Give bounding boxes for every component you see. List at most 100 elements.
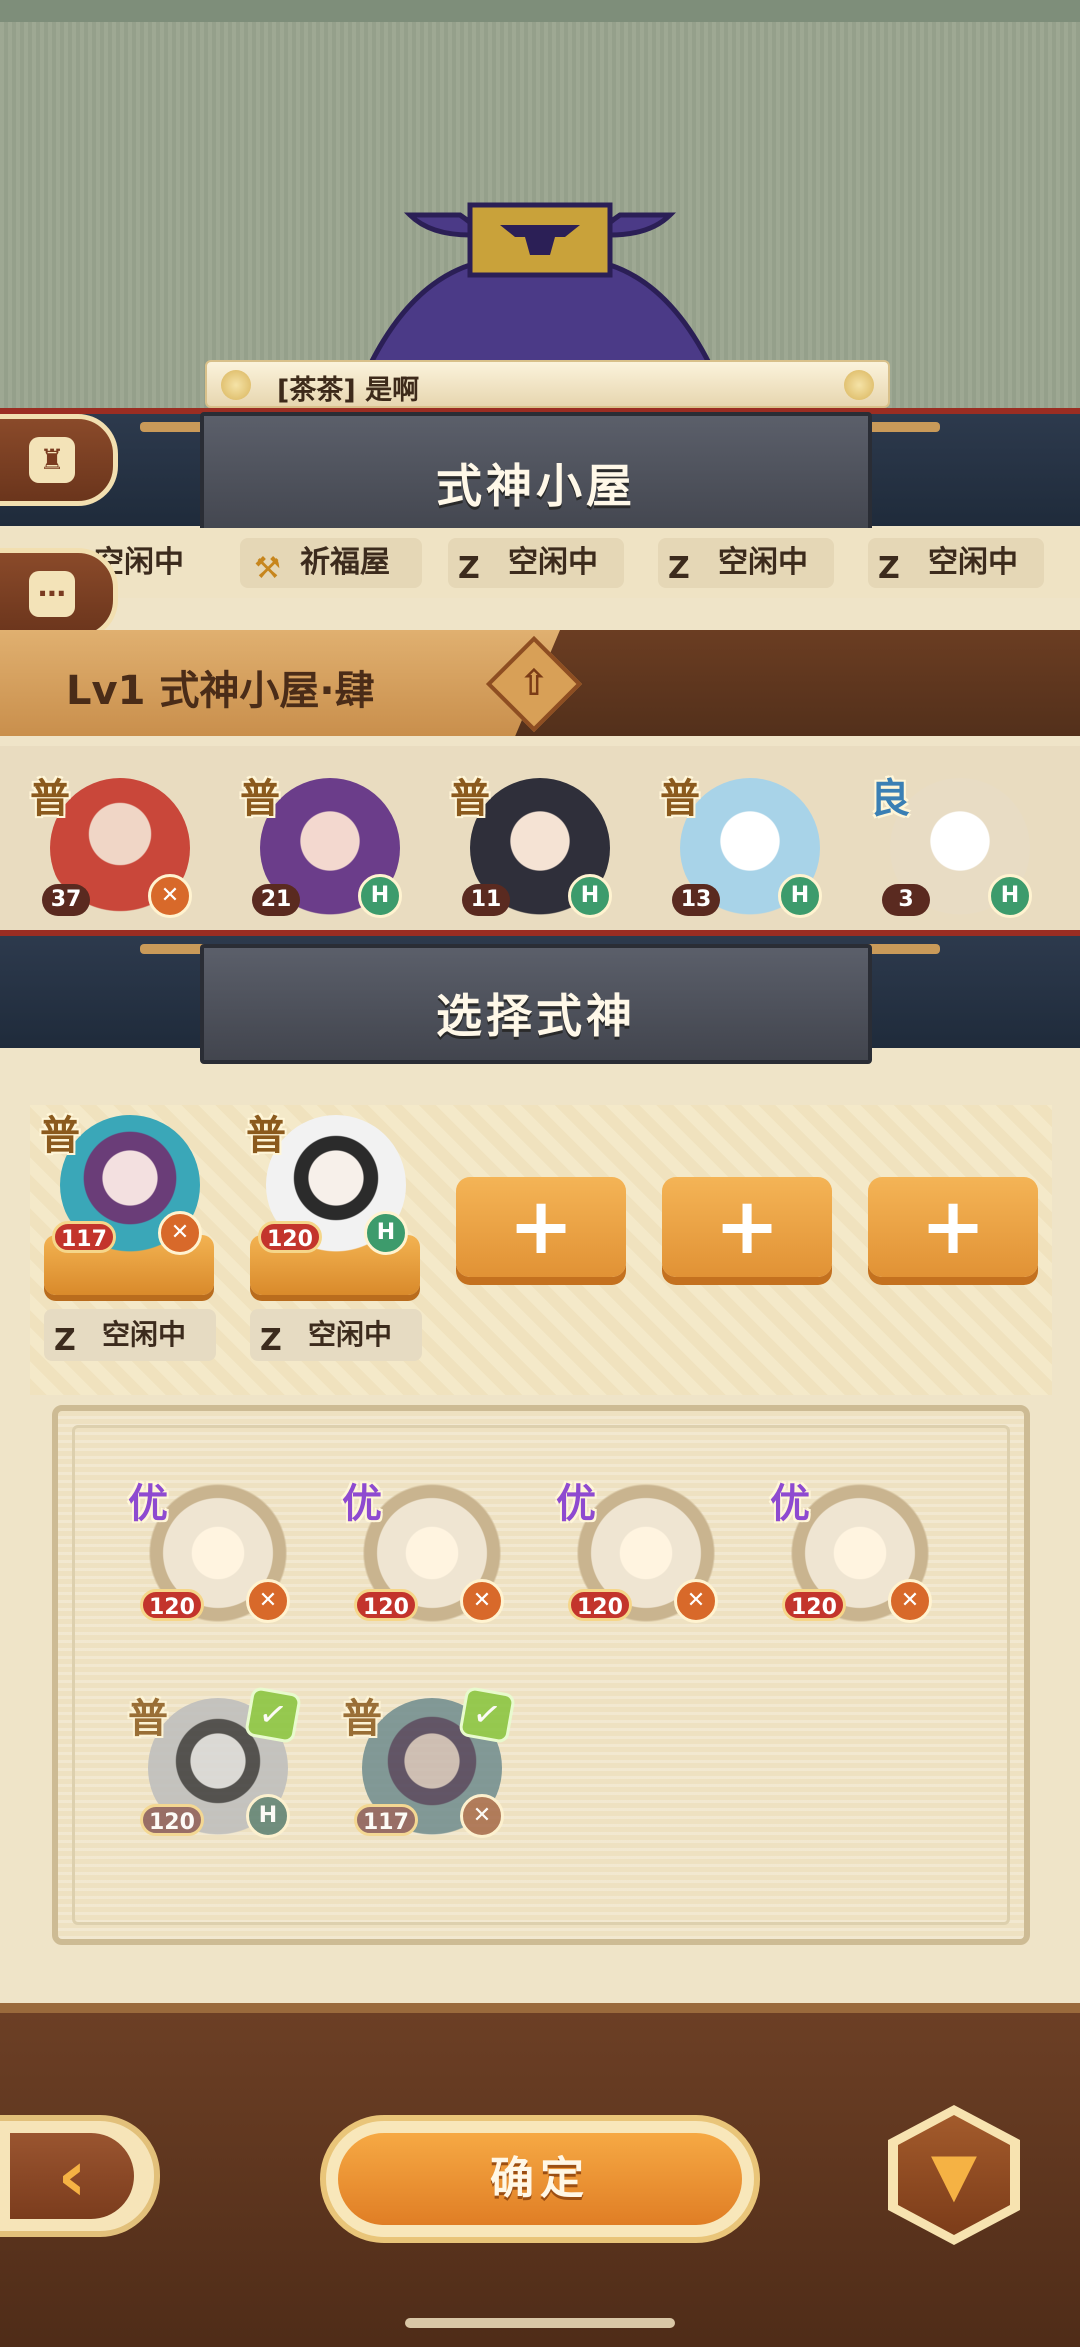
level-badge: 120: [354, 1589, 418, 1621]
confirm-button[interactable]: 确定: [320, 2115, 760, 2243]
picker-shikigami[interactable]: 优 120 ✕: [770, 1471, 940, 1641]
attack-role-icon: ✕: [158, 1211, 202, 1255]
level-badge: 13: [672, 884, 720, 916]
picker-shikigami-selected[interactable]: 普 117 ✕ ✓: [342, 1686, 516, 1856]
support-role-icon: H: [568, 874, 612, 918]
grade-badge: 普: [30, 776, 70, 822]
support-role-icon: H: [778, 874, 822, 918]
grade-badge: 优: [128, 1481, 168, 1527]
selected-slots-panel: 普 117 ✕ Z 空闲中 普 120 H Z 空闲中 + + +: [30, 1105, 1052, 1395]
filter-button[interactable]: ▼: [888, 2105, 1020, 2245]
chat-bar[interactable]: [茶茶] 是啊: [205, 360, 890, 408]
chat-speaker: [茶茶]: [277, 375, 356, 406]
grade-badge: 普: [660, 776, 700, 822]
slot-status: Z 空闲中: [44, 1309, 216, 1361]
level-badge: 120: [140, 1804, 204, 1836]
attack-role-icon: ✕: [460, 1794, 504, 1838]
checkmark-icon: ✓: [458, 1686, 516, 1744]
support-role-icon: H: [358, 874, 402, 918]
flower-ornament-icon: [844, 370, 874, 400]
zz-sleep-icon: Z: [668, 551, 690, 586]
select-title: 选择式神: [436, 989, 636, 1043]
attack-role-icon: ✕: [674, 1579, 718, 1623]
plus-icon: +: [508, 1182, 574, 1272]
zz-sleep-icon: Z: [458, 551, 480, 586]
hammer-icon: ⚒: [254, 551, 281, 586]
zz-sleep-icon: Z: [54, 1323, 76, 1358]
level-badge: 117: [52, 1221, 116, 1253]
grade-badge: 普: [40, 1113, 80, 1159]
selected-shikigami[interactable]: 普 117 ✕: [40, 1103, 210, 1273]
status-item: Z 空闲中: [658, 538, 834, 588]
chat-message: [茶茶] 是啊: [277, 368, 419, 407]
grade-badge: 良: [870, 776, 910, 822]
level-badge: 117: [354, 1804, 418, 1836]
grade-badge: 普: [342, 1696, 382, 1742]
top-strip: [0, 0, 1080, 22]
zz-sleep-icon: Z: [878, 551, 900, 586]
status-item: Z 空闲中: [448, 538, 624, 588]
level-badge: 37: [42, 884, 90, 916]
plus-icon: +: [920, 1182, 986, 1272]
house-title-plaque: 式神小屋: [200, 412, 872, 542]
checkmark-icon: ✓: [244, 1686, 302, 1744]
status-item-prayer[interactable]: ⚒ 祈福屋: [240, 538, 422, 588]
level-badge: 120: [258, 1221, 322, 1253]
grade-badge: 优: [770, 1481, 810, 1527]
picker-shikigami-selected[interactable]: 普 120 H ✓: [128, 1686, 302, 1856]
empty-slot-button[interactable]: +: [456, 1177, 626, 1277]
level-badge: 120: [568, 1589, 632, 1621]
empty-slot-button[interactable]: +: [662, 1177, 832, 1277]
chat-text: 是啊: [365, 375, 420, 406]
back-button[interactable]: ‹: [0, 2115, 160, 2237]
bag-button[interactable]: ♜: [0, 414, 118, 506]
house-status-row: 空闲中 ⚒ 祈福屋 Z 空闲中 Z 空闲中 Z 空闲中: [0, 528, 1080, 598]
bag-icon: ♜: [29, 437, 75, 483]
flower-ornament-icon: [221, 370, 251, 400]
level-badge: 21: [252, 884, 300, 916]
grade-badge: 普: [246, 1113, 286, 1159]
support-role-icon: H: [364, 1211, 408, 1255]
roster-shikigami[interactable]: 普 11 H: [450, 766, 620, 936]
attack-role-icon: ✕: [888, 1579, 932, 1623]
grade-badge: 普: [240, 776, 280, 822]
shikigami-picker: 优 120 ✕ 优 120 ✕ 优 120 ✕ 优 120 ✕ 普 120 H …: [52, 1405, 1030, 1945]
level-badge: 120: [140, 1589, 204, 1621]
attack-role-icon: ✕: [148, 874, 192, 918]
grade-badge: 普: [450, 776, 490, 822]
house-title: 式神小屋: [436, 459, 636, 513]
house-level-label: Lv1 式神小屋·肆: [66, 668, 375, 714]
picker-shikigami[interactable]: 优 120 ✕: [128, 1471, 298, 1641]
roster-shikigami[interactable]: 普 13 H: [660, 766, 830, 936]
status-item: Z 空闲中: [868, 538, 1044, 588]
picker-shikigami[interactable]: 优 120 ✕: [342, 1471, 512, 1641]
attack-role-icon: ✕: [460, 1579, 504, 1623]
level-badge: 120: [782, 1589, 846, 1621]
empty-slot-button[interactable]: +: [868, 1177, 1038, 1277]
grade-badge: 普: [128, 1696, 168, 1742]
picker-shikigami[interactable]: 优 120 ✕: [556, 1471, 726, 1641]
house-roster: 普 37 ✕ 普 21 H 普 11 H 普 13 H 良 3 H: [0, 746, 1080, 930]
plus-icon: +: [714, 1182, 780, 1272]
zz-sleep-icon: Z: [260, 1323, 282, 1358]
attack-role-icon: ✕: [246, 1579, 290, 1623]
slot-status: Z 空闲中: [250, 1309, 422, 1361]
house-roof-icon: [365, 202, 715, 368]
roster-shikigami[interactable]: 良 3 H: [870, 766, 1040, 936]
support-role-icon: H: [988, 874, 1032, 918]
roster-shikigami[interactable]: 普 21 H: [240, 766, 410, 936]
roster-shikigami[interactable]: 普 37 ✕: [30, 766, 200, 936]
home-indicator[interactable]: [405, 2318, 675, 2328]
confirm-label: 确定: [338, 2133, 742, 2225]
grade-badge: 优: [556, 1481, 596, 1527]
chat-button[interactable]: ⋯: [0, 548, 118, 640]
selected-shikigami[interactable]: 普 120 H: [246, 1103, 416, 1273]
support-role-icon: H: [246, 1794, 290, 1838]
level-badge: 3: [882, 884, 930, 916]
level-badge: 11: [462, 884, 510, 916]
house-level-bar: Lv1 式神小屋·肆 ⇧: [0, 630, 1080, 736]
chat-bubble-icon: ⋯: [29, 571, 75, 617]
upgrade-arrow-icon: ⇧: [518, 663, 550, 704]
select-title-plaque: 选择式神: [200, 944, 872, 1064]
back-arrow-icon: ‹: [10, 2133, 134, 2219]
